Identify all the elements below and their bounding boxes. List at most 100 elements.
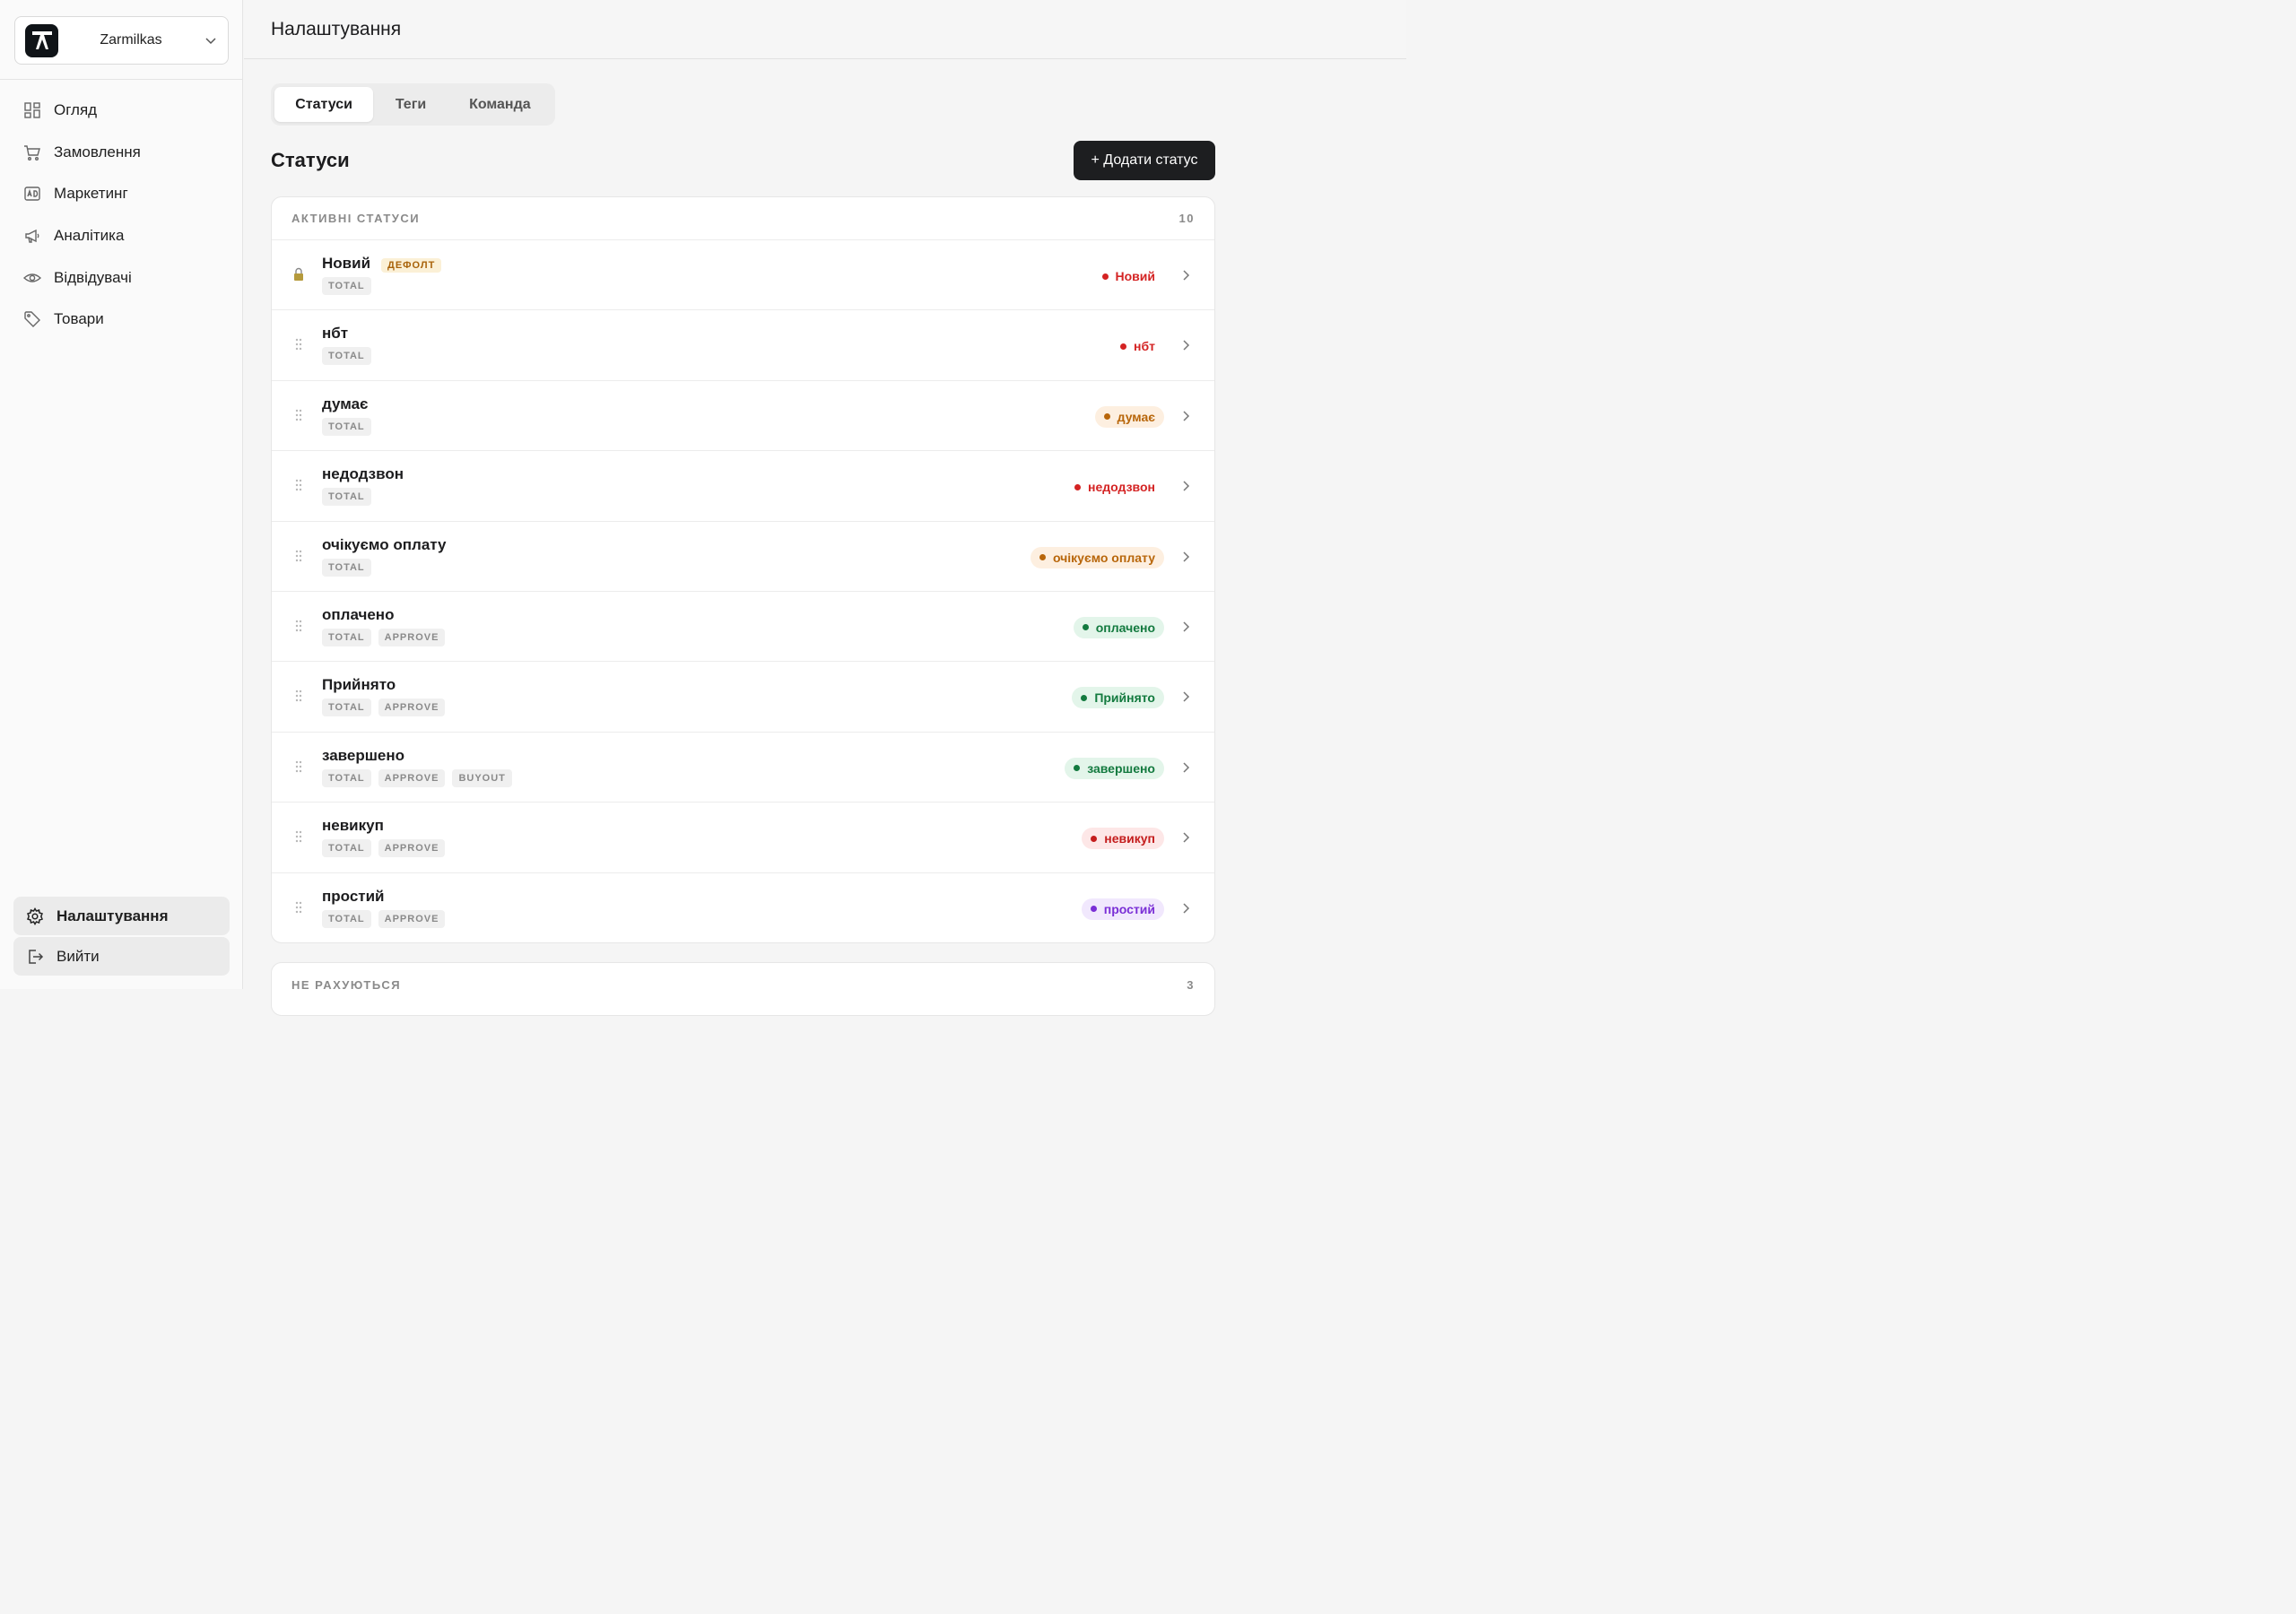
status-tag: APPROVE [378,768,446,787]
status-name: Новий [322,255,371,272]
inactive-statuses-card: НЕ РАХУЮТЬСЯ 3 [271,962,1215,1016]
status-dot [1074,765,1081,772]
status-row[interactable]: нбт TOTAL нбт [272,310,1214,381]
eye-icon [23,273,41,282]
status-preview-wrap: Новий [1093,265,1164,287]
drag-handle-icon[interactable] [293,477,304,493]
drag-handle-icon[interactable] [293,899,304,915]
status-tag: TOTAL [322,417,371,436]
status-preview-wrap: оплачено [1073,616,1164,638]
status-preview-pill: Новий [1093,265,1164,287]
status-tags: TOTAL [322,277,371,295]
drag-handle-icon[interactable] [293,548,304,564]
status-row[interactable]: оплачено TOTAL APPROVE оплачено [272,592,1214,663]
chevron-right-icon[interactable] [1178,760,1193,775]
drag-handle-icon[interactable] [293,336,304,352]
drag-handle-icon[interactable] [293,688,304,704]
status-preview-label: оплачено [1095,620,1155,635]
status-name: Прийнято [322,676,396,694]
nav-label: Замовлення [54,143,141,161]
status-dot [1082,624,1089,631]
page-title: Налаштування [271,19,402,39]
drag-handle-icon[interactable] [293,759,304,775]
status-preview-label: простий [1103,901,1155,916]
nav-item-marketing[interactable]: Маркетинг [14,173,230,215]
drag-handle-icon[interactable] [293,618,304,634]
status-tags: TOTAL APPROVE BUYOUT [322,768,512,787]
status-row[interactable]: Прийнято TOTAL APPROVE Прийнято [272,662,1214,733]
status-row[interactable]: невикуп TOTAL APPROVE невикуп [272,803,1214,873]
chevron-right-icon[interactable] [1178,620,1193,634]
drag-handle-icon[interactable] [293,829,304,845]
status-preview-label: Прийнято [1094,690,1155,706]
nav-label: Товари [54,310,104,328]
lock-icon [294,267,303,281]
nav-item-overview[interactable]: Огляд [14,90,230,132]
chevron-right-icon[interactable] [1178,268,1193,282]
ad-icon [24,187,40,202]
card-heading: НЕ РАХУЮТЬСЯ [291,977,402,992]
page-header: Налаштування [244,0,1406,59]
logout-label: Вийти [57,947,100,965]
tab-statuses[interactable]: Статуси [274,87,374,122]
nav-label: Аналітика [54,227,125,245]
status-preview-label: невикуп [1104,831,1155,846]
chevron-right-icon[interactable] [1178,550,1193,564]
status-tags: TOTAL APPROVE [322,839,446,858]
status-name: думає [322,395,369,412]
nav-item-products[interactable]: Товари [14,299,230,341]
status-dot [1120,343,1127,350]
nav-item-visitors[interactable]: Відвідувачі [14,256,230,299]
status-preview-wrap: невикуп [1082,828,1164,850]
chevron-right-icon[interactable] [1178,830,1193,845]
chevron-right-icon[interactable] [1178,479,1193,493]
status-name: нбт [322,325,349,343]
nav-item-analytics[interactable]: Аналітика [14,215,230,257]
status-row[interactable]: думає TOTAL думає [272,381,1214,452]
status-name: недодзвон [322,465,404,483]
status-dot [1074,483,1082,490]
chevron-right-icon[interactable] [1178,901,1193,915]
workspace-switcher[interactable]: Zarmilkas [14,16,229,65]
nav-item-orders[interactable]: Замовлення [14,132,230,174]
status-tags: TOTAL APPROVE [322,909,446,928]
status-row[interactable]: Новий ДЕФОЛТ TOTAL Новий [272,240,1214,311]
chevron-right-icon[interactable] [1178,409,1193,423]
status-row[interactable]: очікуємо оплату TOTAL очікуємо оплату [272,522,1214,592]
megaphone-icon [25,229,39,243]
logout-button[interactable]: Вийти [13,937,230,976]
workspace-logo-icon [25,23,58,57]
status-tag: APPROVE [378,699,446,717]
status-preview-label: Новий [1115,269,1155,283]
status-preview-pill: нбт [1111,335,1164,357]
status-preview-wrap: простий [1081,898,1164,920]
status-row[interactable]: завершено TOTAL APPROVE BUYOUT завершено [272,733,1214,803]
drag-handle-icon[interactable] [293,407,304,423]
status-tag: APPROVE [378,909,446,928]
status-preview-pill: оплачено [1073,616,1164,638]
cart-icon [24,145,40,161]
add-status-button[interactable]: + Додати статус [1074,141,1215,180]
status-tags: TOTAL APPROVE [322,628,446,646]
status-preview-wrap: очікуємо оплату [1030,546,1164,568]
status-preview-label: очікуємо оплату [1052,550,1155,565]
status-row[interactable]: недодзвон TOTAL недодзвон [272,451,1214,522]
card-header: АКТИВНІ СТАТУСИ 10 [272,197,1214,240]
status-name: невикуп [322,817,384,835]
status-count: 3 [1187,977,1195,992]
status-preview-wrap: Прийнято [1072,687,1164,709]
status-tags: TOTAL [322,558,371,577]
status-tag: APPROVE [378,839,446,858]
tab-team[interactable]: Команда [448,87,552,122]
nav-item-settings[interactable]: Налаштування [13,897,230,935]
status-tag: TOTAL [322,628,371,646]
card-header: НЕ РАХУЮТЬСЯ 3 [272,963,1214,1006]
chevron-right-icon[interactable] [1178,690,1193,704]
status-row[interactable]: простий TOTAL APPROVE простий [272,873,1214,942]
tab-tags[interactable]: Теги [373,87,448,122]
status-preview-label: нбт [1134,339,1155,354]
settings-tabs: Статуси Теги Команда [271,83,555,126]
chevron-right-icon[interactable] [1178,338,1193,352]
tag-icon [24,311,40,328]
workspace-name: Zarmilkas [100,32,162,48]
